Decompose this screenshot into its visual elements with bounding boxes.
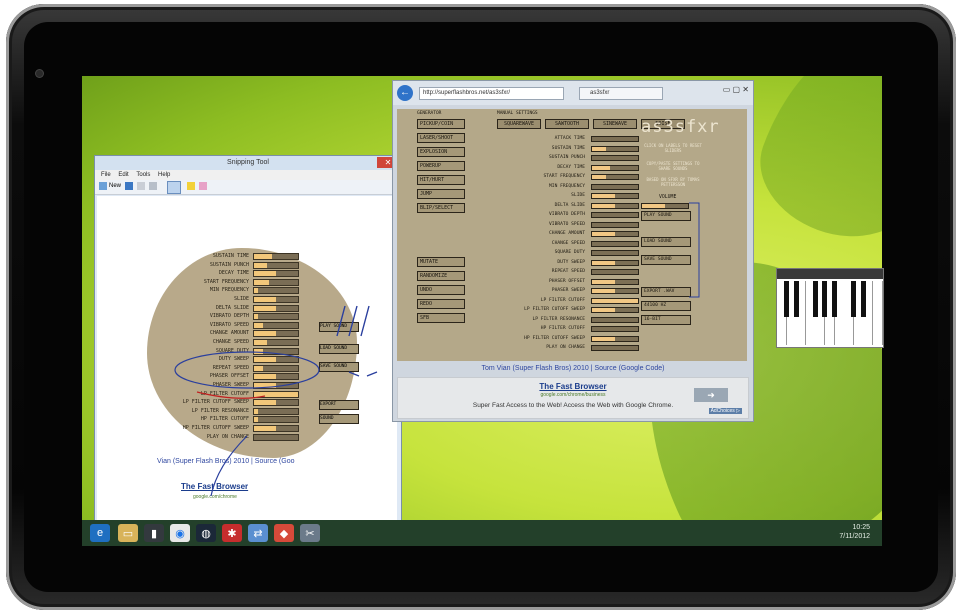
menu-file[interactable]: File: [101, 172, 111, 178]
ad-banner[interactable]: The Fast Browser google.com/chrome/busin…: [397, 377, 749, 419]
ad-choices[interactable]: AdChoices ▷: [708, 408, 742, 414]
copy-icon[interactable]: [137, 182, 145, 190]
folder-icon[interactable]: ▭: [118, 524, 138, 542]
action-button[interactable]: PLAY SOUND: [641, 211, 691, 221]
ie-icon[interactable]: e: [90, 524, 110, 542]
toolbar: New: [95, 180, 401, 195]
clock-date: 7/11/2012: [839, 533, 870, 540]
chrome-icon[interactable]: ◉: [170, 524, 190, 542]
pen-icon[interactable]: [167, 181, 181, 194]
menu-edit[interactable]: Edit: [118, 172, 128, 178]
clock[interactable]: 10:25 7/11/2012: [839, 523, 870, 541]
ad-text: Super Fast Access to the Web! Access the…: [472, 402, 674, 409]
browser-window[interactable]: ← http://superflashbros.net/as3sfxr/ as3…: [392, 80, 754, 422]
action-button[interactable]: EXPORT .WAV: [641, 287, 691, 297]
snip-canvas[interactable]: SUSTAIN TIME SUSTAIN PUNCH DECAY TIME START…: [97, 196, 397, 522]
piano-keyboard[interactable]: [777, 269, 883, 347]
eraser-icon[interactable]: [199, 182, 207, 190]
menu-bar: File Edit Tools Help: [95, 170, 401, 180]
window-controls[interactable]: ▭ ▢ ✕: [723, 85, 749, 94]
source-credit[interactable]: Tom Vian (Super Flash Bros) 2010 | Sourc…: [393, 365, 753, 372]
taskbar: e ▭ ▮ ◉ ◍ ✱ ⇄ ◆ ✂ 10:25 7/11/2012: [82, 520, 882, 546]
piano-black-key[interactable]: [832, 281, 837, 317]
piano-black-key[interactable]: [851, 281, 857, 317]
back-button[interactable]: ←: [397, 85, 413, 101]
media-icon[interactable]: ▮: [144, 524, 164, 542]
action-button[interactable]: LOAD SOUND: [641, 237, 691, 247]
desktop-screen: Snipping Tool ✕ File Edit Tools Help New…: [82, 76, 882, 546]
menu-tools[interactable]: Tools: [136, 172, 150, 178]
action-button[interactable]: SAVE SOUND: [641, 255, 691, 265]
pen-annotations: [174, 305, 378, 497]
network-icon[interactable]: ⇄: [248, 524, 268, 542]
wallpaper-leaf: [742, 76, 882, 258]
piano-white-key[interactable]: [873, 281, 883, 345]
camera-icon: [36, 70, 43, 77]
action-button[interactable]: 16-BIT: [641, 315, 691, 325]
piano-black-key[interactable]: [822, 281, 828, 317]
tab-as3sfxr[interactable]: as3sfxr: [579, 87, 663, 100]
piano-black-key[interactable]: [793, 281, 799, 317]
address-bar[interactable]: http://superflashbros.net/as3sfxr/: [419, 87, 564, 100]
highlighter-icon[interactable]: [187, 182, 195, 190]
export-connector: [689, 202, 700, 298]
save-icon[interactable]: [125, 182, 133, 190]
piano-black-key[interactable]: [784, 281, 789, 317]
browser-titlebar: ← http://superflashbros.net/as3sfxr/ as3…: [393, 81, 753, 105]
menu-help[interactable]: Help: [158, 172, 170, 178]
app2-icon[interactable]: ◆: [274, 524, 294, 542]
new-button[interactable]: New: [109, 183, 121, 189]
action-button[interactable]: 44100 HZ: [641, 301, 691, 311]
window-title: Snipping Tool: [95, 156, 401, 170]
piano-black-key[interactable]: [860, 281, 866, 317]
piano-black-key[interactable]: [812, 281, 818, 317]
scissors-task-icon[interactable]: ✂: [300, 524, 320, 542]
arrow-right-icon[interactable]: ➜: [694, 388, 728, 402]
piano-window[interactable]: [776, 268, 884, 348]
steam-icon[interactable]: ◍: [196, 524, 216, 542]
snipping-tool-window[interactable]: Snipping Tool ✕ File Edit Tools Help New…: [94, 155, 402, 525]
clock-time: 10:25: [852, 524, 870, 531]
sfxr-app: GENERATOR MANUAL SETTINGS PICKUP/COIN LAS…: [397, 109, 747, 361]
scissors-icon[interactable]: [99, 182, 107, 190]
mail-icon[interactable]: [149, 182, 157, 190]
app-icon[interactable]: ✱: [222, 524, 242, 542]
